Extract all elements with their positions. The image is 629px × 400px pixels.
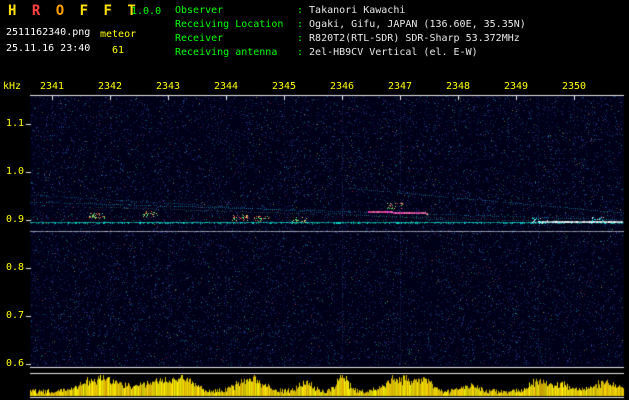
freq-axis-label: 0.9 xyxy=(5,214,24,225)
time-axis-label: 2348 xyxy=(445,81,471,92)
info-row-location: Receiving Location: Ogaki, Gifu, JAPAN (1… xyxy=(175,18,526,32)
info-row-observer: Observer: Takanori Kawachi xyxy=(175,4,526,18)
freq-axis-label: 1.0 xyxy=(5,166,24,177)
time-axis-label: 2344 xyxy=(213,81,239,92)
info-label: Receiving antenna xyxy=(175,47,278,58)
time-axis-label: 2341 xyxy=(39,81,65,92)
overlay-layer: H R O F F T 1.0.0 2511162340.png meteor … xyxy=(0,0,629,400)
freq-axis-label: 0.8 xyxy=(5,262,24,273)
info-value: Takanori Kawachi xyxy=(309,5,406,16)
freq-axis-label: 0.6 xyxy=(5,358,24,369)
echo-count: 61 xyxy=(112,45,125,56)
info-label: Observer xyxy=(175,5,224,16)
info-colon: : xyxy=(297,33,304,44)
title-letter: F xyxy=(103,3,112,19)
time-axis-label: 2347 xyxy=(387,81,413,92)
title-letter: H xyxy=(8,3,17,19)
info-value: Ogaki, Gifu, JAPAN (136.60E, 35.35N) xyxy=(309,19,526,30)
time-axis-label: 2342 xyxy=(97,81,123,92)
observation-mode-label: meteor xyxy=(100,29,137,40)
info-colon: : xyxy=(297,5,304,16)
title-letter: F xyxy=(79,3,89,19)
freq-axis-label: 1.1 xyxy=(5,118,24,129)
info-colon: : xyxy=(297,47,304,58)
observation-info: Observer: Takanori Kawachi Receiving Loca… xyxy=(175,4,526,60)
time-axis-label: 2349 xyxy=(503,81,529,92)
capture-datetime: 25.11.16 23:40 xyxy=(6,43,91,54)
time-axis-label: 2343 xyxy=(155,81,181,92)
app-title: H R O F F T xyxy=(8,3,143,19)
info-colon: : xyxy=(297,19,304,30)
time-axis-label: 2350 xyxy=(561,81,587,92)
time-axis-label: 2346 xyxy=(329,81,355,92)
freq-axis-label: 0.7 xyxy=(5,310,24,321)
freq-unit-label: kHz xyxy=(3,81,22,92)
info-row-antenna: Receiving antenna:2el-HB9CV Vertical (el… xyxy=(175,46,526,60)
title-letter: R xyxy=(31,3,41,19)
info-label: Receiver xyxy=(175,33,224,44)
capture-filename: 2511162340.png xyxy=(6,27,91,38)
title-letter: O xyxy=(55,3,65,19)
info-row-receiver: Receiver: R820T2(RTL-SDR) SDR-Sharp 53.37… xyxy=(175,32,526,46)
info-value: 2el-HB9CV Vertical (el. E-W) xyxy=(309,47,478,58)
version-label: 1.0.0 xyxy=(131,6,162,17)
hrofft-window: H R O F F T 1.0.0 2511162340.png meteor … xyxy=(0,0,629,400)
info-value: R820T2(RTL-SDR) SDR-Sharp 53.372MHz xyxy=(309,33,520,44)
info-label: Receiving Location xyxy=(175,19,284,30)
time-axis-label: 2345 xyxy=(271,81,297,92)
